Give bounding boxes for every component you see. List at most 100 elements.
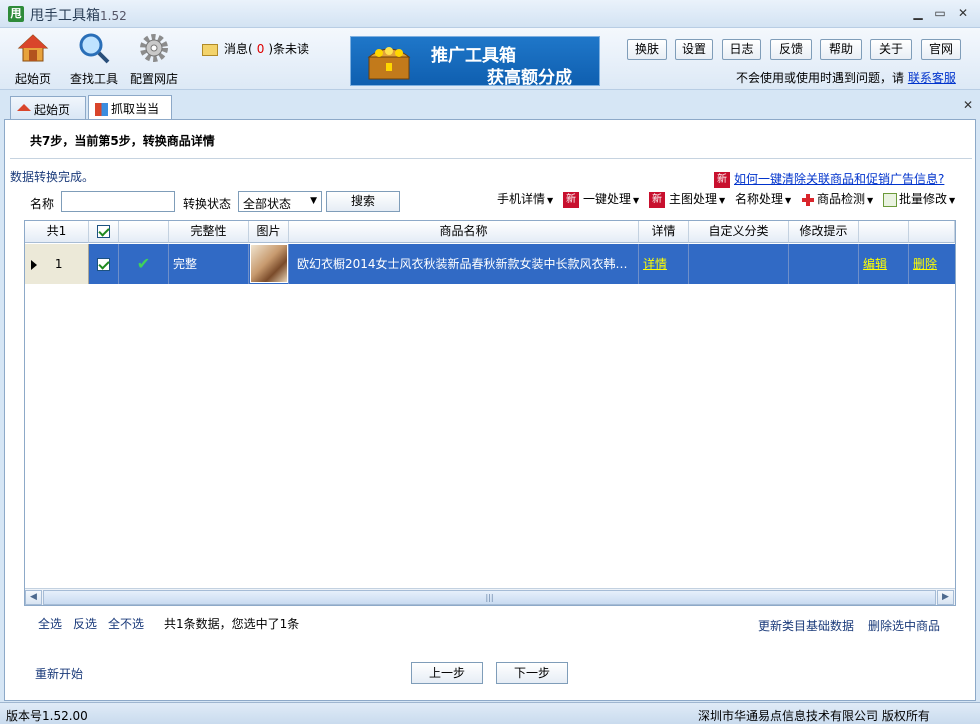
header-total: 共1: [25, 221, 89, 243]
minimize-icon[interactable]: ▁: [910, 6, 926, 20]
row-delete-link[interactable]: 删除: [913, 257, 937, 271]
scroll-thumb[interactable]: |||: [43, 590, 936, 605]
row-detail-link[interactable]: 详情: [643, 257, 667, 271]
message-indicator[interactable]: 消息(0)条未读: [202, 40, 309, 57]
tab-grab-dangdang[interactable]: 抓取当当: [88, 95, 172, 121]
app-logo-icon: 甩: [8, 6, 24, 22]
one-click-process-menu[interactable]: 新一键处理 ▼: [563, 190, 639, 208]
app-version: 1.52: [100, 9, 127, 23]
status-filter-value: 全部状态: [243, 197, 292, 211]
faq-link[interactable]: 如何一键清除关联商品和促销广告信息?: [734, 172, 944, 186]
maximize-icon[interactable]: ▭: [932, 6, 948, 20]
product-grid: 共1 完整性 图片 商品名称 详情 自定义分类 修改提示 1 ✔ 完整 欧幻衣橱…: [24, 220, 956, 606]
row-complete: 完整: [169, 244, 249, 284]
promo-banner[interactable]: 推广工具箱 获高额分成: [350, 36, 600, 88]
search-button[interactable]: 搜索: [326, 191, 400, 212]
invert-selection-link[interactable]: 反选: [73, 615, 97, 632]
dropdown-arrow-icon: ▼: [310, 196, 317, 206]
skin-button[interactable]: 换肤: [627, 39, 667, 60]
name-process-menu[interactable]: 名称处理 ▼: [735, 190, 791, 207]
row-pointer-icon: [31, 259, 37, 270]
horizontal-scrollbar[interactable]: ◀ ||| ▶: [25, 588, 955, 605]
header-image: 图片: [249, 221, 289, 243]
caret-down-icon: ▼: [719, 196, 726, 205]
select-all-link[interactable]: 全选: [38, 615, 62, 632]
header-detail: 详情: [639, 221, 689, 243]
toolbar-find-tools-button[interactable]: 查找工具: [68, 32, 120, 86]
row-delete-cell: 删除: [909, 244, 955, 284]
name-filter-input[interactable]: [61, 191, 175, 212]
next-step-button[interactable]: 下一步: [496, 662, 568, 684]
row-checkbox[interactable]: [89, 244, 119, 284]
house-icon: [17, 104, 31, 111]
select-none-link[interactable]: 全不选: [108, 615, 144, 632]
header-select-all-checkbox[interactable]: [89, 221, 119, 243]
status-bar: 版本号1.52.00 深圳市华通易点信息技术有限公司 版权所有: [0, 702, 980, 724]
header-delete-col: [909, 221, 955, 243]
contact-support-link[interactable]: 联系客服: [908, 71, 956, 85]
checkbox-checked-icon: [97, 258, 110, 271]
mobile-detail-menu[interactable]: 手机详情 ▼: [497, 190, 553, 207]
message-prefix: 消息(: [224, 42, 253, 56]
website-button[interactable]: 官网: [921, 39, 961, 60]
scroll-left-icon[interactable]: ◀: [25, 590, 42, 605]
operations-menu: 手机详情 ▼ 新一键处理 ▼ 新主图处理 ▼ 名称处理 ▼ 商品检测 ▼ 批量修改 ▼: [497, 190, 961, 208]
name-filter-label: 名称: [30, 197, 55, 211]
caret-down-icon: ▼: [949, 196, 956, 205]
header-edit-hint: 修改提示: [789, 221, 859, 243]
help-button[interactable]: 帮助: [820, 39, 862, 60]
toolbar-find-tools-label: 查找工具: [69, 72, 118, 86]
toolbar-config-shop-label: 配置网店: [129, 72, 178, 86]
caret-down-icon: ▼: [867, 196, 874, 205]
document-icon: [883, 192, 897, 207]
banner-line-2: 获高额分成: [487, 68, 572, 88]
copyright-text: 深圳市华通易点信息技术有限公司 版权所有: [698, 709, 930, 723]
row-image-cell[interactable]: [249, 244, 289, 284]
row-detail-cell: 详情: [639, 244, 689, 284]
row-index-cell: 1: [25, 244, 89, 284]
header-complete: 完整性: [169, 221, 249, 243]
delete-selected-link[interactable]: 删除选中商品: [868, 617, 940, 634]
batch-edit-menu[interactable]: 批量修改 ▼: [883, 190, 955, 207]
settings-button[interactable]: 设置: [675, 39, 713, 60]
treasure-chest-icon: [367, 47, 411, 80]
tab-grab-dangdang-label: 抓取当当: [111, 102, 160, 116]
message-suffix: )条未读: [268, 42, 310, 56]
restart-link[interactable]: 重新开始: [35, 665, 83, 682]
close-icon[interactable]: ✕: [955, 6, 971, 20]
product-check-label: 商品检测: [817, 192, 866, 206]
row-index: 1: [54, 257, 63, 271]
status-filter-select[interactable]: 全部状态 ▼: [238, 191, 322, 212]
caret-down-icon: ▼: [785, 196, 792, 205]
row-edit-link[interactable]: 编辑: [863, 257, 887, 271]
close-tab-icon[interactable]: ✕: [963, 98, 973, 112]
name-process-label: 名称处理: [735, 192, 784, 206]
product-check-menu[interactable]: 商品检测 ▼: [801, 190, 873, 207]
feedback-button[interactable]: 反馈: [770, 39, 812, 60]
gear-icon: [140, 34, 168, 62]
status-filter-label: 转换状态: [183, 197, 232, 211]
tab-home-label: 起始页: [34, 103, 71, 117]
one-click-process-label: 一键处理: [583, 192, 632, 206]
toolbar-home-button[interactable]: 起始页: [14, 32, 52, 86]
about-button[interactable]: 关于: [870, 39, 912, 60]
title-bar: 甩 甩手工具箱1.52 ▁ ▭ ✕: [0, 0, 980, 28]
tab-strip: 起始页 抓取当当: [0, 90, 980, 121]
log-button[interactable]: 日志: [722, 39, 761, 60]
new-badge-icon: 新: [563, 191, 579, 208]
scroll-right-icon[interactable]: ▶: [937, 590, 954, 605]
house-icon: [17, 34, 49, 62]
toolbar-config-shop-button[interactable]: 配置网店: [128, 32, 180, 86]
new-badge-icon: 新: [649, 191, 665, 208]
update-category-link[interactable]: 更新类目基础数据: [758, 617, 854, 634]
message-count: 0: [256, 42, 265, 56]
toolbar-home-label: 起始页: [14, 72, 51, 86]
main-image-process-menu[interactable]: 新主图处理 ▼: [649, 190, 725, 208]
faq-link-row: 新如何一键清除关联商品和促销广告信息?: [714, 170, 944, 188]
help-hint-text: 不会使用或使用时遇到问题，请: [736, 71, 905, 85]
tab-home[interactable]: 起始页: [10, 96, 86, 120]
row-edit-hint: [789, 244, 859, 284]
header-status: [119, 221, 169, 243]
checkbox-checked-icon: [97, 225, 110, 238]
prev-step-button[interactable]: 上一步: [411, 662, 483, 684]
